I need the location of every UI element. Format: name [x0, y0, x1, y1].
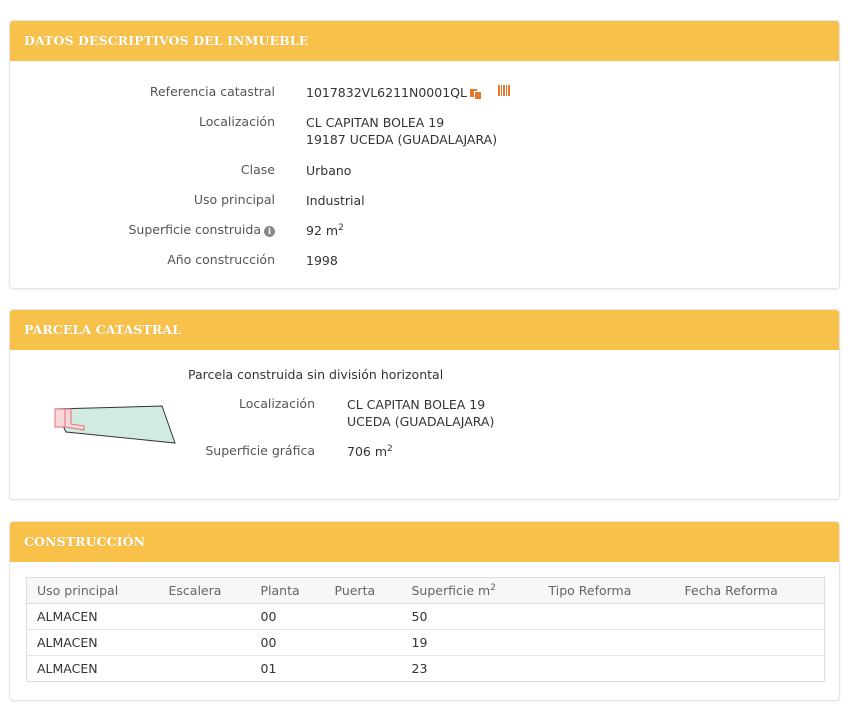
referencia-value-group: 1017832VL6211N0001QL: [306, 84, 511, 102]
table-header-row: Uso principal Escalera Planta Puerta Sup…: [26, 577, 825, 604]
parcela-map-thumbnail[interactable]: [50, 402, 180, 447]
datos-descriptivos-panel: DATOS DESCRIPTIVOS DEL INMUEBLE Referenc…: [9, 20, 840, 289]
cell-uso: ALMACEN: [26, 603, 159, 630]
cell-fecha-reforma: [674, 603, 825, 630]
col-superficie-group[interactable]: Superficie m2: [401, 577, 539, 604]
col-uso-principal[interactable]: Uso principal: [26, 577, 159, 604]
cell-tipo-reforma: [539, 656, 675, 682]
cell-fecha-reforma: [674, 629, 825, 656]
col-escalera[interactable]: Escalera: [158, 577, 251, 604]
barcode-icon[interactable]: [497, 85, 511, 102]
parcela-tipo: Parcela construida sin división horizont…: [188, 367, 444, 382]
info-icon[interactable]: i: [264, 226, 275, 237]
construccion-table: Uso principal Escalera Planta Puerta Sup…: [26, 577, 825, 682]
superficie-value: 92 m: [306, 223, 339, 238]
col-fecha-reforma[interactable]: Fecha Reforma: [674, 577, 825, 604]
cell-uso: ALMACEN: [26, 629, 159, 656]
superficie-unit-sup: 2: [338, 223, 344, 233]
cell-uso: ALMACEN: [37, 661, 98, 676]
referencia-value: 1017832VL6211N0001QL: [306, 85, 467, 100]
parcela-localizacion-line2: UCEDA (GUADALAJARA): [347, 414, 495, 429]
anio-label: Año construcción: [167, 252, 275, 267]
cell-tipo-reforma: [538, 629, 675, 656]
datos-descriptivos-header[interactable]: DATOS DESCRIPTIVOS DEL INMUEBLE: [10, 21, 839, 61]
uso-value: Industrial: [306, 193, 365, 208]
parcela-superficie-label: Superficie gráfica: [205, 443, 315, 458]
col-tipo-reforma[interactable]: Tipo Reforma: [538, 577, 675, 604]
cell-puerta: [325, 656, 402, 682]
superficie-value-group: 92 m2: [306, 222, 344, 239]
localizacion-line1: CL CAPITAN BOLEA 19: [306, 115, 445, 130]
cell-planta: 01: [260, 661, 277, 676]
cell-escalera: [158, 629, 251, 656]
cell-escalera: [158, 603, 251, 630]
col-planta[interactable]: Planta: [250, 577, 325, 604]
parcela-localizacion-label: Localización: [238, 396, 315, 411]
col-superficie-unit-sup: 2: [490, 583, 496, 593]
localizacion-value: CL CAPITAN BOLEA 19 19187 UCEDA (GUADALA…: [306, 114, 497, 148]
construccion-panel: CONSTRUCCIÓN Uso principal Escalera Plan…: [9, 521, 840, 701]
cell-fecha-reforma: [675, 656, 825, 682]
copy-icon[interactable]: [469, 87, 482, 100]
cell-puerta: [324, 629, 402, 656]
parcela-catastral-header[interactable]: PARCELA CATASTRAL: [10, 310, 839, 350]
anio-value: 1998: [306, 253, 338, 268]
cell-superficie: 19: [401, 629, 539, 656]
parcela-localizacion-value: CL CAPITAN BOLEA 19 UCEDA (GUADALAJARA): [347, 396, 494, 430]
col-superficie: Superficie m: [411, 583, 491, 598]
superficie-label-group: Superficie construida i: [128, 222, 275, 237]
cell-escalera: [159, 656, 251, 682]
cell-planta: 00: [250, 603, 325, 630]
clase-value: Urbano: [306, 163, 352, 178]
parcela-superficie-value-group: 706 m2: [347, 443, 393, 460]
col-puerta[interactable]: Puerta: [324, 577, 402, 604]
cell-superficie: 23: [411, 661, 428, 676]
cell-superficie: 50: [401, 603, 539, 630]
referencia-label: Referencia catastral: [149, 84, 275, 99]
localizacion-label: Localización: [198, 114, 275, 129]
table-row[interactable]: ALMACEN 01 23: [27, 656, 825, 682]
cell-tipo-reforma: [538, 603, 675, 630]
table-row[interactable]: ALMACEN 00 50: [26, 603, 825, 630]
parcela-superficie-value: 706 m: [347, 444, 388, 459]
superficie-label: Superficie construida: [128, 222, 262, 237]
table-row[interactable]: ALMACEN 00 19: [26, 629, 825, 656]
uso-label: Uso principal: [193, 192, 275, 207]
localizacion-line2: 19187 UCEDA (GUADALAJARA): [306, 132, 498, 147]
parcela-localizacion-line1: CL CAPITAN BOLEA 19: [347, 397, 486, 412]
construccion-header[interactable]: CONSTRUCCIÓN: [10, 522, 839, 562]
clase-label: Clase: [240, 162, 275, 177]
parcela-catastral-panel: PARCELA CATASTRAL Parcela construida sin…: [9, 309, 840, 500]
cell-planta: 00: [250, 629, 325, 656]
cell-puerta: [324, 603, 402, 630]
parcela-superficie-unit-sup: 2: [387, 444, 393, 454]
